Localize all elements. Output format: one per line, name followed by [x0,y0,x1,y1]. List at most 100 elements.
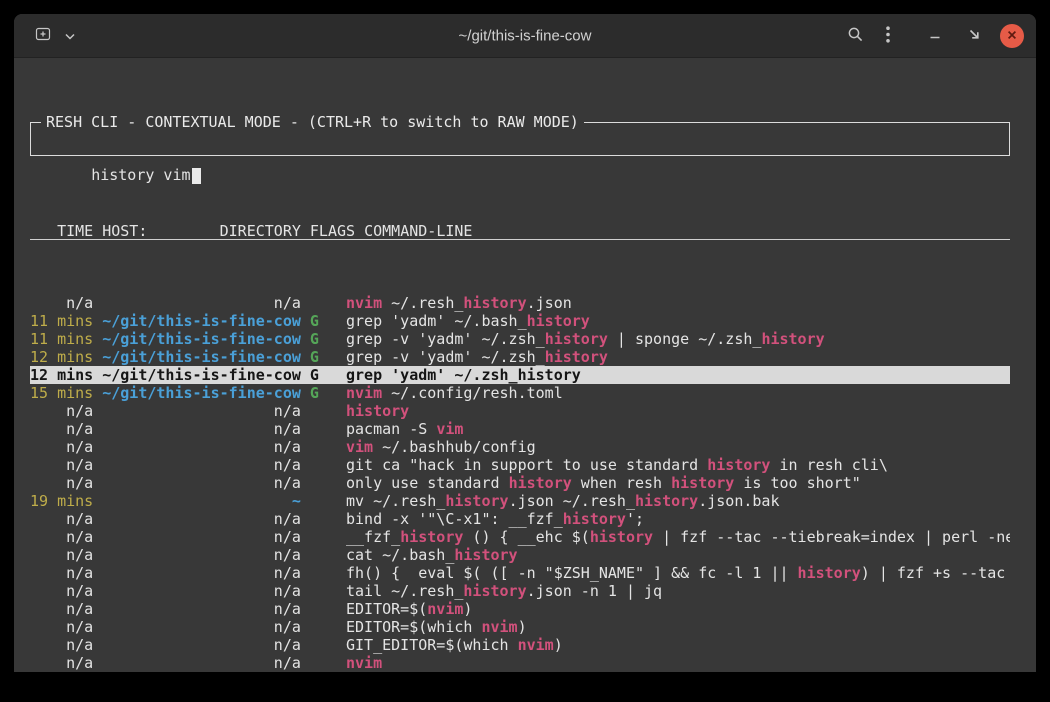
table-header: TIME HOST: DIRECTORY FLAGS COMMAND-LINE [30,222,1010,240]
row-command: git ca "hack in support to use standard … [346,456,1010,474]
row-directory: n/a [102,564,301,582]
table-row[interactable]: n/an/anvim ~/.resh_history.json [30,294,1010,312]
row-directory: n/a [102,294,301,312]
new-tab-icon [35,26,51,45]
window-title: ~/git/this-is-fine-cow [459,27,592,44]
chevron-down-icon [65,28,75,43]
row-flags [310,600,337,618]
new-tab-button[interactable] [30,23,56,49]
row-directory: ~/git/this-is-fine-cow [102,312,301,330]
table-row[interactable]: 11 mins~/git/this-is-fine-cowGgrep 'yadm… [30,312,1010,330]
history-rows: n/an/anvim ~/.resh_history.json11 mins~/… [30,294,1010,672]
row-directory: ~/git/this-is-fine-cow [102,366,301,384]
restore-window-icon [967,27,982,45]
row-flags [310,546,337,564]
unmaximize-button[interactable] [961,23,987,49]
table-row[interactable]: n/an/aEDITOR=$(which nvim) [30,618,1010,636]
table-row[interactable]: n/an/avim ~/.bashhub/config [30,438,1010,456]
row-directory: n/a [102,618,301,636]
search-button[interactable] [842,23,868,49]
terminal-window: ~/git/this-is-fine-cow [14,14,1036,672]
menu-button[interactable] [881,23,895,49]
table-row[interactable]: n/an/ahistory [30,402,1010,420]
row-time: n/a [30,636,93,654]
row-directory: n/a [102,420,301,438]
row-command: nvim ~/.config/resh.toml [346,384,1010,402]
search-query-text: history vim [91,166,190,184]
row-time: n/a [30,474,93,492]
row-directory: n/a [102,456,301,474]
row-command: __fzf_history () { __ehc $(history | fzf… [346,528,1010,546]
row-flags: G [310,348,337,366]
row-time: n/a [30,294,93,312]
row-directory: n/a [102,654,301,672]
row-flags: G [310,384,337,402]
close-button[interactable] [1000,24,1024,48]
row-time: n/a [30,402,93,420]
table-row[interactable]: n/an/agit ca "hack in support to use sta… [30,456,1010,474]
titlebar[interactable]: ~/git/this-is-fine-cow [14,14,1036,58]
row-flags [310,420,337,438]
row-command: nvim [346,654,1010,672]
row-flags [310,510,337,528]
table-row[interactable]: 12 mins~/git/this-is-fine-cowGgrep -v 'y… [30,348,1010,366]
row-flags [310,438,337,456]
row-flags: G [310,330,337,348]
header-time: TIME [30,222,93,240]
row-command: grep 'yadm' ~/.zsh_history [346,366,1010,384]
row-time: n/a [30,582,93,600]
row-command: grep -v 'yadm' ~/.zsh_history | sponge ~… [346,330,1010,348]
row-flags [310,474,337,492]
table-row[interactable]: 19 mins~mv ~/.resh_history.json ~/.resh_… [30,492,1010,510]
titlebar-right [842,23,1036,49]
table-row[interactable]: n/an/apacman -S vim [30,420,1010,438]
row-directory: ~/git/this-is-fine-cow [102,330,301,348]
terminal-screen[interactable]: RESH CLI - CONTEXTUAL MODE - (CTRL+R to … [14,58,1036,672]
mode-title: RESH CLI - CONTEXTUAL MODE - (CTRL+R to … [41,113,584,131]
table-row[interactable]: n/a n/a __fzf_history () { __ehc $(history… [30,528,1010,546]
search-input[interactable]: history vim [91,166,200,184]
row-time: 11 mins [30,330,93,348]
row-directory: ~/git/this-is-fine-cow [102,348,301,366]
table-row[interactable]: 15 mins~/git/this-is-fine-cowGnvim ~/.co… [30,384,1010,402]
row-time: 19 mins [30,492,93,510]
table-row[interactable]: n/an/acat ~/.bash_history [30,546,1010,564]
minimize-icon [928,27,942,44]
row-command: history [346,402,1010,420]
row-command: EDITOR=$(nvim) [346,600,1010,618]
table-row[interactable]: n/an/aonly use standard history when res… [30,474,1010,492]
row-flags [310,456,337,474]
row-flags [310,564,337,582]
row-command: bind -x '"\C-x1": __fzf_history'; [346,510,1010,528]
table-row[interactable]: n/an/anvim [30,654,1010,672]
table-row[interactable]: n/a n/a bind -x '"\C-x1": __fzf_history'; [30,510,1010,528]
row-time: n/a [30,528,93,546]
row-time: n/a [30,438,93,456]
table-row[interactable]: n/an/aEDITOR=$(nvim) [30,600,1010,618]
row-directory: n/a [102,546,301,564]
table-row[interactable]: n/an/atail ~/.resh_history.json -n 1 | j… [30,582,1010,600]
minimize-button[interactable] [922,23,948,49]
row-time: n/a [30,420,93,438]
row-flags [310,618,337,636]
row-command: vim ~/.bashhub/config [346,438,1010,456]
row-time: n/a [30,600,93,618]
tab-list-dropdown-button[interactable] [63,23,77,49]
header-host: HOST: [102,222,147,240]
kebab-menu-icon [886,26,890,46]
table-row[interactable]: n/an/aGIT_EDITOR=$(which nvim) [30,636,1010,654]
row-time: 11 mins [30,312,93,330]
row-time: 12 mins [30,366,93,384]
table-row[interactable]: 11 mins ~/git/this-is-fine-cow Ggrep -v 'y… [30,330,1010,348]
row-directory: n/a [102,510,301,528]
row-time: n/a [30,510,93,528]
row-directory: n/a [102,582,301,600]
row-time: 15 mins [30,384,93,402]
table-row[interactable]: n/an/afh() { eval $( ([ -n "$ZSH_NAME" ]… [30,564,1010,582]
row-directory: n/a [102,528,301,546]
table-row[interactable]: 12 mins~/git/this-is-fine-cowGgrep 'yadm… [30,366,1010,384]
row-command: mv ~/.resh_history.json ~/.resh_history.… [346,492,1010,510]
row-command: fh() { eval $( ([ -n "$ZSH_NAME" ] && fc… [346,564,1010,582]
row-flags [310,582,337,600]
search-icon [847,26,864,46]
